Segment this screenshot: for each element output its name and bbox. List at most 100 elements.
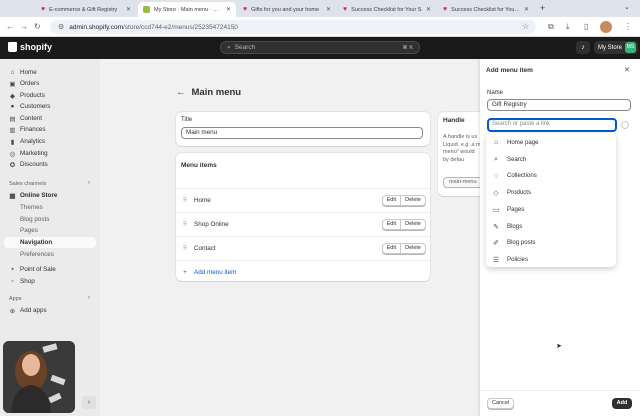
option-home-page[interactable]: ⌂ Home page — [492, 136, 610, 149]
handle-heading: Handle — [443, 117, 465, 124]
sidebar-item-analytics[interactable]: ▮ Analytics — [4, 136, 96, 147]
link-search-input[interactable]: Search or paste a link — [487, 118, 617, 132]
admin-search-input[interactable]: ⌕ Search ⌘ K — [220, 41, 420, 54]
back-icon[interactable]: ← — [6, 20, 14, 34]
add-menu-item-link[interactable]: + Add menu item — [176, 260, 430, 284]
browser-tab-3[interactable]: ♥ Gifts for you and your home ✕ — [238, 2, 336, 17]
collapse-sidebar-icon[interactable]: › — [82, 396, 96, 409]
cancel-button[interactable]: Cancel — [487, 398, 514, 409]
drag-handle-icon[interactable]: ⠿ — [176, 245, 194, 252]
close-icon[interactable]: ✕ — [624, 66, 630, 74]
webcam-image — [3, 341, 75, 413]
back-arrow-icon[interactable]: ← — [176, 87, 186, 98]
menu-item-row[interactable]: ⠿ Contact Edit Delete — [176, 236, 430, 260]
option-pages[interactable]: ▭ Pages — [492, 203, 610, 216]
sidepanel-icon[interactable]: ▯ — [584, 20, 588, 34]
delete-button[interactable]: Delete — [401, 243, 426, 254]
option-label: Search — [507, 156, 527, 163]
option-collections[interactable]: ♢ Collections — [492, 169, 610, 182]
browser-tab-2[interactable]: My Store · Main menu · Shopify ✕ — [138, 2, 236, 17]
sidebar-item-customers[interactable]: ● Customers — [4, 101, 96, 112]
sidebar-item-navigation[interactable]: Navigation — [4, 237, 96, 248]
browser-tab-4[interactable]: ♥ Success Checklist for Your S ✕ — [338, 2, 436, 17]
handle-input[interactable]: main-menu — [443, 177, 483, 188]
heart-icon: ♥ — [243, 6, 248, 13]
close-icon[interactable]: ✕ — [126, 6, 131, 13]
menu-item-row[interactable]: ⠿ Home Edit Delete — [176, 188, 430, 212]
store-menu-button[interactable]: My Store MS — [594, 41, 638, 54]
title-input[interactable]: Main menu — [181, 127, 423, 139]
store-icon: ▦ — [9, 192, 16, 200]
edit-button[interactable]: Edit — [381, 219, 402, 230]
new-tab-icon[interactable]: + — [540, 3, 545, 13]
notifications-bell-icon[interactable]: ♪ — [576, 41, 590, 54]
close-icon[interactable]: ✕ — [524, 6, 529, 13]
sidebar-item-themes[interactable]: Themes — [4, 202, 96, 213]
menu-item-row[interactable]: ⠿ Shop Online Edit Delete — [176, 212, 430, 236]
blog-post-icon: ✐ — [493, 239, 499, 247]
sidebar-item-preferences[interactable]: Preferences — [4, 249, 96, 260]
option-search[interactable]: ⌕ Search — [492, 153, 610, 166]
sidebar-item-add-apps[interactable]: ⊕ Add apps — [4, 305, 96, 316]
page-icon: ▭ — [492, 206, 500, 214]
sidebar-item-online-store[interactable]: ▦ Online Store — [4, 190, 96, 201]
browser-tab-5[interactable]: ♥ Success Checklist for Your S ✕ — [438, 2, 534, 17]
option-label: Blog posts — [507, 239, 536, 246]
bookmark-star-icon[interactable]: ☆ — [522, 20, 529, 34]
add-menu-item-label: Add menu item — [194, 269, 237, 276]
extensions-icon[interactable]: ⧉ — [548, 20, 554, 34]
sidebar-item-label: Point of Sale — [20, 266, 56, 273]
sidebar-item-discounts[interactable]: ✪ Discounts — [4, 159, 96, 170]
edit-button[interactable]: Edit — [381, 195, 402, 206]
menu-kebab-icon[interactable]: ⋮ — [624, 20, 632, 34]
profile-avatar[interactable] — [600, 21, 612, 33]
menu-item-name: Contact — [194, 245, 216, 252]
forward-icon[interactable]: → — [20, 20, 28, 34]
option-blogs[interactable]: ✎ Blogs — [492, 220, 610, 233]
sidebar-item-shop[interactable]: ▫ Shop — [4, 276, 96, 287]
browser-tab-1[interactable]: ♥ E-commerce & Gift Registry ✕ — [36, 2, 136, 17]
shopify-bag-icon — [8, 42, 17, 52]
sidebar-item-content[interactable]: ▤ Content — [4, 113, 96, 124]
edit-button[interactable]: Edit — [381, 243, 402, 254]
shopify-icon — [143, 6, 150, 13]
link-clear-icon[interactable] — [621, 121, 629, 129]
sidebar-item-pages[interactable]: Pages — [4, 225, 96, 236]
drag-handle-icon[interactable]: ⠿ — [176, 197, 194, 204]
option-products[interactable]: ◇ Products — [492, 186, 610, 199]
site-info-icon[interactable]: ⚙ — [58, 23, 64, 31]
tab-list-icon[interactable]: ⌄ — [624, 3, 630, 11]
search-icon: ⌕ — [227, 43, 231, 51]
close-icon[interactable]: ✕ — [426, 6, 431, 13]
sidebar-item-point-of-sale[interactable]: ▪ Point of Sale — [4, 264, 96, 275]
sidebar-item-products[interactable]: ◆ Products — [4, 90, 96, 101]
sidebar-item-label: Analytics — [20, 138, 46, 145]
home-icon: ⌂ — [493, 139, 499, 146]
sidebar-item-label: Finances — [20, 126, 46, 133]
sidebar-item-finances[interactable]: ▥ Finances — [4, 124, 96, 135]
delete-button[interactable]: Delete — [401, 195, 426, 206]
close-icon[interactable]: ✕ — [326, 6, 331, 13]
add-button[interactable]: Add — [612, 398, 632, 409]
page-header: ← Main menu — [176, 87, 241, 98]
reload-icon[interactable]: ↻ — [34, 20, 41, 34]
target-icon: ◎ — [9, 150, 16, 158]
delete-button[interactable]: Delete — [401, 219, 426, 230]
name-input[interactable]: Gift Registry — [487, 99, 631, 111]
drag-handle-icon[interactable]: ⠿ — [176, 221, 194, 228]
option-blog-posts[interactable]: ✐ Blog posts — [492, 236, 610, 249]
sidebar-item-blog-posts[interactable]: Blog posts — [4, 214, 96, 225]
option-policies[interactable]: ☰ Policies — [492, 253, 610, 266]
shopify-logo[interactable]: shopify — [8, 42, 52, 52]
sidebar-item-orders[interactable]: ▣ Orders — [4, 78, 96, 89]
heart-icon: ♥ — [443, 6, 448, 13]
bank-icon: ▥ — [9, 126, 16, 134]
close-icon[interactable]: ✕ — [226, 6, 231, 13]
sidebar-item-home[interactable]: ⌂ Home — [4, 67, 96, 78]
drawer-footer-divider — [480, 390, 640, 391]
download-icon[interactable]: ⤓ — [566, 20, 570, 34]
address-bar[interactable]: ⚙ admin.shopify.com/store/ccd744-e2/menu… — [50, 20, 536, 34]
chevron-right-icon[interactable]: › — [88, 180, 90, 186]
chevron-right-icon[interactable]: › — [88, 295, 90, 301]
sidebar-item-marketing[interactable]: ◎ Marketing — [4, 148, 96, 159]
